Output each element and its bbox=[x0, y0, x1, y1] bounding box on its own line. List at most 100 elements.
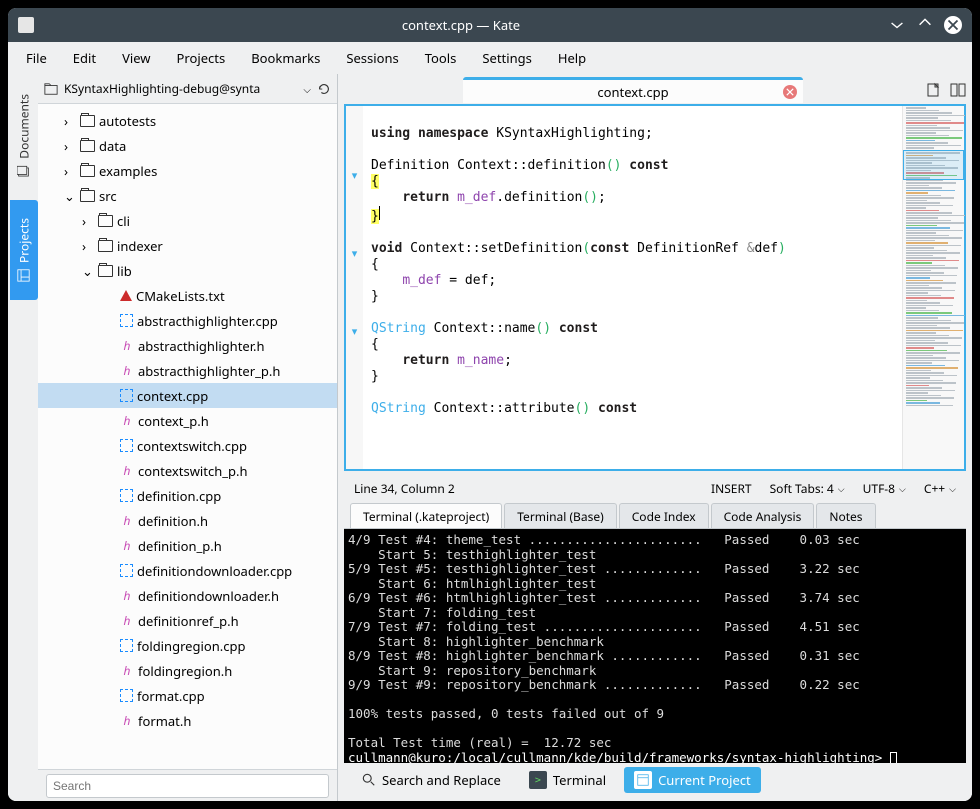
tree-item-examples[interactable]: ›examples bbox=[38, 158, 337, 183]
terminal[interactable]: 4/9 Test #4: theme_test ................… bbox=[344, 529, 966, 763]
cmake-icon bbox=[120, 290, 132, 301]
tree-item-src[interactable]: ⌄src bbox=[38, 183, 337, 208]
file-tree: ›autotests›data›examples⌄src›cli›indexer… bbox=[38, 104, 337, 769]
split-icon[interactable] bbox=[950, 82, 966, 98]
file-tab-context-cpp[interactable]: context.cpp bbox=[463, 77, 803, 103]
tree-item-definitiondownloader-cpp[interactable]: definitiondownloader.cpp bbox=[38, 558, 337, 583]
tree-item-label: indexer bbox=[117, 237, 163, 255]
tree-item-context-cpp[interactable]: context.cpp bbox=[38, 383, 337, 408]
current-project-label: Current Project bbox=[658, 771, 751, 789]
project-header: KSyntaxHighlighting-debug@synta ⌵ bbox=[38, 74, 337, 104]
h-icon: h bbox=[120, 537, 134, 554]
tree-item-label: src bbox=[99, 187, 117, 205]
tab-notes[interactable]: Notes bbox=[816, 503, 875, 528]
h-icon: h bbox=[120, 512, 134, 529]
tree-item-foldingregion-cpp[interactable]: foldingregion.cpp bbox=[38, 633, 337, 658]
status-bar: Line 34, Column 2 INSERT Soft Tabs: 4 ⌵ … bbox=[344, 475, 966, 501]
menu-settings[interactable]: Settings bbox=[472, 45, 541, 71]
reload-icon[interactable] bbox=[317, 82, 331, 96]
folder-icon bbox=[44, 82, 58, 96]
cpp-icon bbox=[120, 564, 133, 577]
close-button[interactable] bbox=[944, 16, 962, 34]
tree-item-foldingregion-h[interactable]: hfoldingregion.h bbox=[38, 658, 337, 683]
menu-file[interactable]: File bbox=[16, 45, 57, 71]
tree-item-label: definitionref_p.h bbox=[138, 612, 239, 630]
terminal-button[interactable]: > Terminal bbox=[519, 767, 616, 793]
menu-edit[interactable]: Edit bbox=[63, 45, 106, 71]
menu-bookmarks[interactable]: Bookmarks bbox=[241, 45, 330, 71]
tree-item-definition-cpp[interactable]: definition.cpp bbox=[38, 483, 337, 508]
current-project-button[interactable]: Current Project bbox=[624, 767, 761, 793]
close-tab-icon[interactable] bbox=[783, 85, 797, 99]
tree-item-abstracthighlighter-h[interactable]: habstracthighlighter.h bbox=[38, 333, 337, 358]
cpp-icon bbox=[120, 639, 133, 652]
tree-item-abstracthighlighter-cpp[interactable]: abstracthighlighter.cpp bbox=[38, 308, 337, 333]
side-tab-documents-label: Documents bbox=[16, 94, 33, 159]
menu-projects[interactable]: Projects bbox=[167, 45, 236, 71]
folder-icon bbox=[80, 190, 95, 202]
file-tab-label: context.cpp bbox=[597, 83, 668, 101]
search-icon bbox=[362, 773, 376, 787]
search-replace-button[interactable]: Search and Replace bbox=[352, 767, 511, 793]
tree-search-input[interactable] bbox=[46, 774, 329, 798]
side-tab-projects-label: Projects bbox=[16, 218, 33, 263]
tree-item-data[interactable]: ›data bbox=[38, 133, 337, 158]
folder-icon bbox=[80, 115, 95, 127]
tab-code-analysis[interactable]: Code Analysis bbox=[711, 503, 815, 528]
tab-terminal-base[interactable]: Terminal (Base) bbox=[504, 503, 617, 528]
tree-item-CMakeLists-txt[interactable]: CMakeLists.txt bbox=[38, 283, 337, 308]
h-icon: h bbox=[120, 362, 134, 379]
tab-terminal-project[interactable]: Terminal (.kateproject) bbox=[350, 503, 502, 528]
tree-item-label: contextswitch.cpp bbox=[137, 437, 247, 455]
menu-sessions[interactable]: Sessions bbox=[336, 45, 408, 71]
tree-item-lib[interactable]: ⌄lib bbox=[38, 258, 337, 283]
menu-view[interactable]: View bbox=[112, 45, 160, 71]
tree-item-definition-h[interactable]: hdefinition.h bbox=[38, 508, 337, 533]
folder-icon bbox=[98, 215, 113, 227]
tree-item-autotests[interactable]: ›autotests bbox=[38, 108, 337, 133]
indent-selector[interactable]: Soft Tabs: 4 ⌵ bbox=[770, 480, 845, 497]
minimap-viewport[interactable] bbox=[903, 150, 964, 180]
tree-item-definitiondownloader-h[interactable]: hdefinitiondownloader.h bbox=[38, 583, 337, 608]
editor[interactable]: ▾ ▾ ▾ using namespace KSyntaxHighlightin… bbox=[344, 104, 966, 471]
h-icon: h bbox=[120, 337, 134, 354]
tree-item-format-cpp[interactable]: format.cpp bbox=[38, 683, 337, 708]
tree-item-label: definition.h bbox=[138, 512, 208, 530]
tree-item-abstracthighlighter-p-h[interactable]: habstracthighlighter_p.h bbox=[38, 358, 337, 383]
folder-icon bbox=[80, 140, 95, 152]
cpp-icon bbox=[120, 489, 133, 502]
side-tab-projects[interactable]: Projects bbox=[10, 200, 38, 300]
tree-item-label: foldingregion.h bbox=[138, 662, 232, 680]
project-dropdown-icon[interactable]: ⌵ bbox=[303, 82, 311, 96]
tree-item-definitionref-p-h[interactable]: hdefinitionref_p.h bbox=[38, 608, 337, 633]
project-icon bbox=[634, 771, 652, 789]
h-icon: h bbox=[120, 712, 134, 729]
minimap[interactable]: document.write(Array.from({length:120},(… bbox=[902, 106, 964, 469]
tree-item-context-p-h[interactable]: hcontext_p.h bbox=[38, 408, 337, 433]
edit-mode: INSERT bbox=[711, 480, 752, 497]
tree-item-cli[interactable]: ›cli bbox=[38, 208, 337, 233]
maximize-button[interactable] bbox=[916, 14, 934, 36]
tree-item-contextswitch-cpp[interactable]: contextswitch.cpp bbox=[38, 433, 337, 458]
tab-code-index[interactable]: Code Index bbox=[619, 503, 709, 528]
tree-item-indexer[interactable]: ›indexer bbox=[38, 233, 337, 258]
h-icon: h bbox=[120, 662, 134, 679]
tree-item-label: definition_p.h bbox=[138, 537, 222, 555]
language-selector[interactable]: C++ ⌵ bbox=[924, 480, 956, 497]
new-doc-icon[interactable] bbox=[926, 82, 942, 98]
tree-item-format-h[interactable]: hformat.h bbox=[38, 708, 337, 733]
tree-item-contextswitch-p-h[interactable]: hcontextswitch_p.h bbox=[38, 458, 337, 483]
menu-tools[interactable]: Tools bbox=[415, 45, 467, 71]
minimize-button[interactable] bbox=[888, 14, 906, 36]
tree-item-definition-p-h[interactable]: hdefinition_p.h bbox=[38, 533, 337, 558]
window-title: context.cpp — Kate bbox=[34, 16, 888, 34]
cursor-position: Line 34, Column 2 bbox=[354, 480, 455, 497]
tree-item-label: definition.cpp bbox=[137, 487, 221, 505]
side-tab-documents[interactable]: Documents bbox=[10, 76, 38, 196]
encoding-selector[interactable]: UTF-8 ⌵ bbox=[863, 480, 906, 497]
bottom-panel-tabs: Terminal (.kateproject) Terminal (Base) … bbox=[344, 501, 966, 529]
tree-item-label: format.h bbox=[138, 712, 191, 730]
cpp-icon bbox=[120, 314, 133, 327]
editor-code[interactable]: using namespace KSyntaxHighlighting; Def… bbox=[363, 106, 902, 469]
menu-help[interactable]: Help bbox=[548, 45, 596, 71]
